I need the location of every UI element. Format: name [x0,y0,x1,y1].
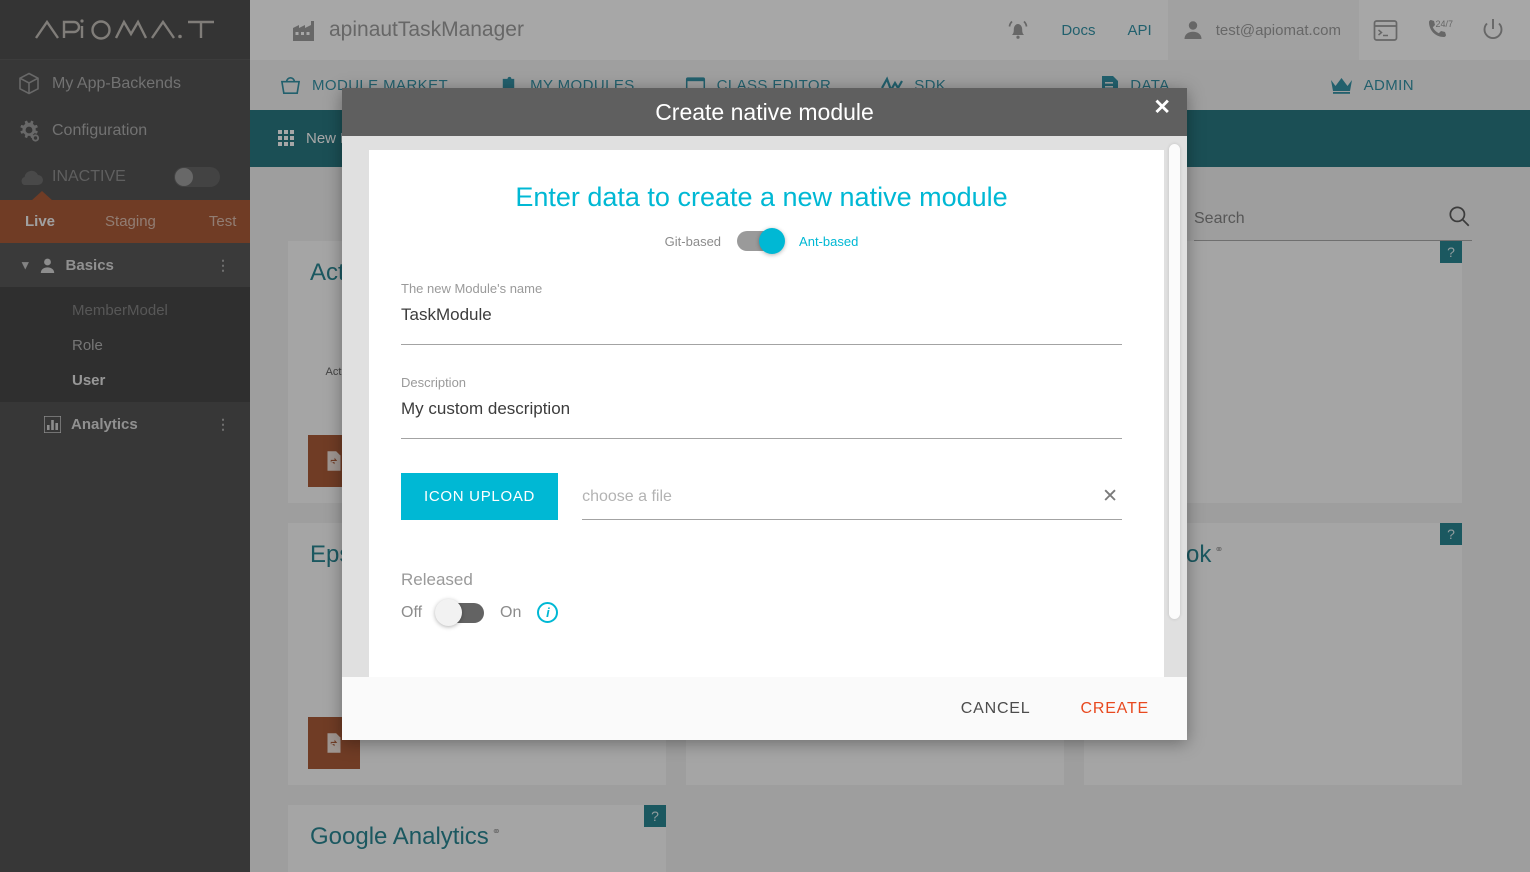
description-label: Description [401,375,467,390]
close-icon[interactable]: ✕ [1153,97,1171,118]
ant-based-label: Ant-based [799,233,859,249]
dialog-body: Enter data to create a new native module… [342,136,1187,677]
toggle-knob [759,228,786,254]
create-native-module-dialog: Create native module ✕ Enter data to cre… [342,88,1187,740]
dialog-footer: CANCEL CREATE [342,677,1187,740]
file-input[interactable]: choose a file [582,488,1102,506]
released-off-label: Off [401,603,423,621]
scrollbar-thumb[interactable] [1169,144,1180,619]
released-on-label: On [500,603,522,621]
close-icon[interactable]: ✕ [1102,485,1118,508]
released-toggle[interactable] [435,598,485,626]
icon-upload-button[interactable]: ICON UPLOAD [401,473,559,520]
dialog-header: Create native module ✕ [342,88,1187,136]
released-row: Off On i [401,598,1122,626]
dialog-scrollbar[interactable] [1169,144,1180,677]
dialog-title: Create native module [655,98,874,125]
module-name-label: The new Module's name [401,281,543,296]
build-type-row: Git-based Ant-based [401,228,1122,254]
file-input-wrapper[interactable]: choose a file ✕ [582,485,1122,520]
dialog-form: Enter data to create a new native module… [369,150,1164,677]
build-type-toggle[interactable] [737,228,786,254]
info-icon[interactable]: i [537,602,559,623]
module-name-field: The new Module's name TaskModule [401,281,1122,345]
cancel-button[interactable]: CANCEL [961,700,1031,718]
module-name-input[interactable]: TaskModule [401,305,1122,345]
icon-upload-row: ICON UPLOAD choose a file ✕ [401,473,1122,520]
git-based-label: Git-based [664,233,722,249]
released-block: Released Off On i [401,570,1122,626]
description-input[interactable]: My custom description [401,399,1122,439]
toggle-knob [435,598,463,626]
released-label: Released [401,570,473,589]
create-button[interactable]: CREATE [1080,700,1149,718]
description-field: Description My custom description [401,375,1122,439]
dialog-heading: Enter data to create a new native module [515,182,1008,212]
